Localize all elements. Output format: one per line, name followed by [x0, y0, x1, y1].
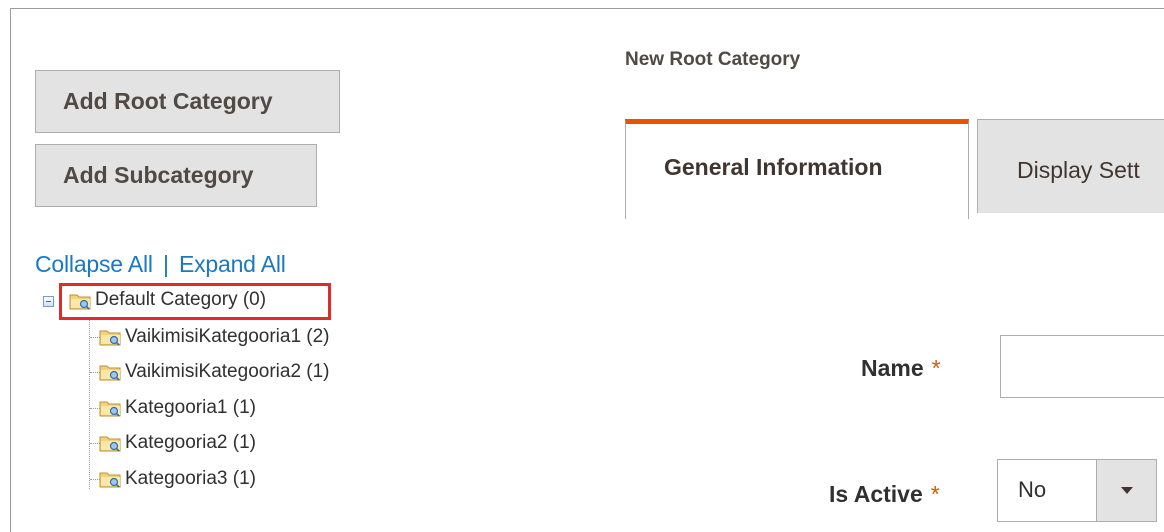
is-active-value: No: [1018, 477, 1047, 502]
name-input[interactable]: [1000, 335, 1164, 398]
tree-controls-separator: |: [162, 251, 169, 277]
dropdown-toggle[interactable]: [1096, 460, 1156, 521]
tree-node-root[interactable]: Default Category (0): [95, 289, 266, 311]
required-mark: *: [931, 355, 941, 381]
tab-display-settings[interactable]: Display Sett: [977, 119, 1164, 213]
name-label: Name *: [861, 355, 941, 382]
tree-node[interactable]: VaikimisiKategooria2 (1): [125, 361, 330, 383]
tree-node[interactable]: Kategooria1 (1): [125, 397, 256, 419]
tree-node[interactable]: Kategooria3 (1): [125, 468, 256, 490]
is-active-label-text: Is Active: [829, 481, 923, 507]
category-page: Add Root Category Add Subcategory Collap…: [10, 8, 1164, 532]
folder-icon: [69, 294, 91, 310]
tree-node[interactable]: VaikimisiKategooria1 (2): [125, 326, 330, 348]
collapse-all-link[interactable]: Collapse All: [35, 251, 153, 277]
tree-node[interactable]: Kategooria2 (1): [125, 432, 256, 454]
add-subcategory-button[interactable]: Add Subcategory: [35, 144, 317, 207]
tree-controls: Collapse All | Expand All: [35, 251, 286, 278]
is-active-label: Is Active *: [829, 481, 940, 508]
is-active-select[interactable]: No: [997, 459, 1157, 522]
add-root-category-button[interactable]: Add Root Category: [35, 70, 340, 133]
folder-icon: [99, 365, 121, 381]
collapse-node-icon[interactable]: [43, 296, 54, 307]
folder-icon: [99, 330, 121, 346]
folder-icon: [99, 401, 121, 417]
tree-connector: [89, 317, 90, 489]
page-heading: New Root Category: [625, 49, 801, 70]
folder-icon: [99, 436, 121, 452]
expand-all-link[interactable]: Expand All: [179, 251, 286, 277]
folder-icon: [99, 472, 121, 488]
name-label-text: Name: [861, 355, 924, 381]
required-mark: *: [930, 481, 940, 507]
chevron-down-icon: [1121, 487, 1133, 494]
tab-general-information[interactable]: General Information: [625, 119, 969, 219]
